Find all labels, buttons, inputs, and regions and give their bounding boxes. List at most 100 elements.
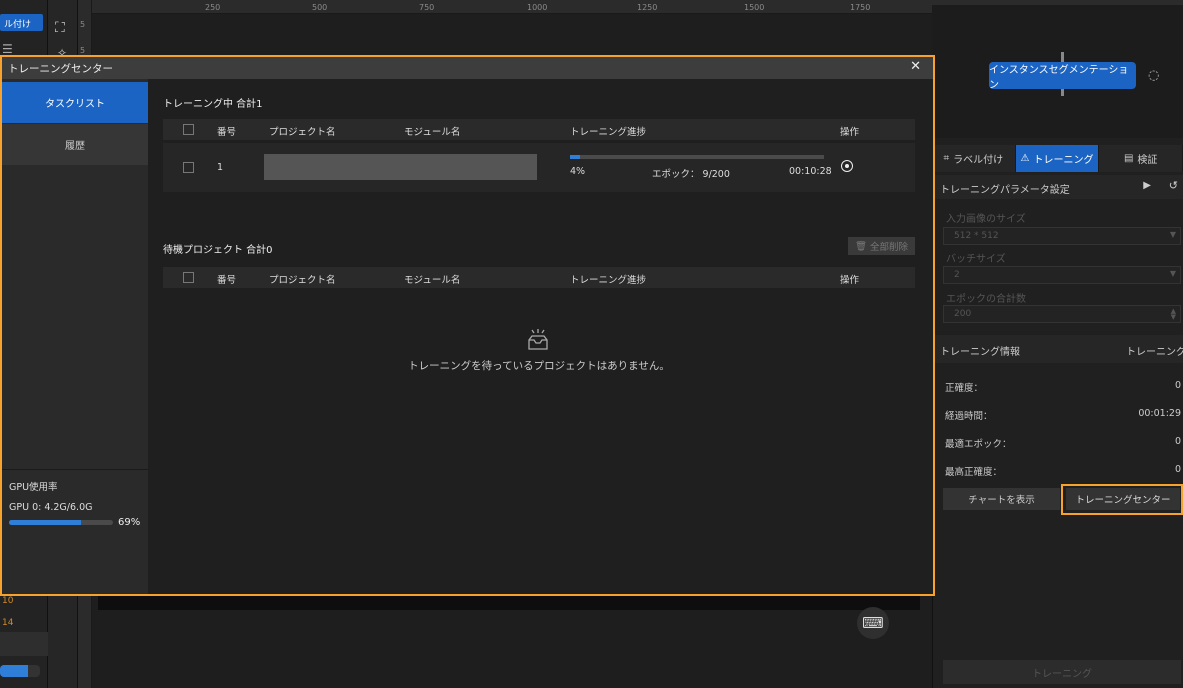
info-label: 経過時間：	[945, 411, 993, 422]
param-header-title: トレーニングパラメータ設定	[940, 185, 1070, 196]
stop-training-icon[interactable]	[841, 160, 853, 172]
close-icon[interactable]: ✕	[910, 59, 921, 74]
batch-size-select[interactable]: 2 ▼	[943, 266, 1181, 284]
right-panel-tabs: ⌗ ラベル付け ⚠ トレーニング ▤ 検証	[932, 145, 1183, 172]
param-value: 200	[954, 309, 972, 319]
loading-spinner-icon: ◌	[1148, 68, 1160, 83]
ruler-tick: 500	[312, 3, 328, 12]
column-header: プロジェクト名	[269, 127, 336, 138]
ruler-tick: 1750	[850, 3, 871, 12]
ruler-tick: 1500	[744, 3, 765, 12]
list-icon[interactable]: ☰	[2, 42, 13, 56]
info-value: 0	[1174, 464, 1181, 475]
tab-training[interactable]: ⚠ トレーニング	[1015, 145, 1100, 172]
info-label: 最高正確度：	[945, 467, 1003, 478]
param-header: トレーニングパラメータ設定 ▶ ↺	[932, 175, 1183, 199]
column-header: 番号	[217, 127, 237, 138]
training-center-button[interactable]: トレーニングセンター	[1066, 488, 1180, 510]
select-all-checkbox[interactable]	[183, 272, 194, 283]
info-header-title: トレーニング情報	[940, 347, 1020, 358]
chevron-down-icon: ▼	[1169, 230, 1176, 239]
info-row: 最高正確度： 0	[945, 464, 1181, 478]
training-progress-fill	[570, 155, 581, 159]
epoch-text: エポック： 9/200	[652, 169, 730, 180]
info-row: 正確度： 0	[945, 380, 1181, 394]
tab-label: トレーニング	[1033, 155, 1094, 166]
row-checkbox[interactable]	[183, 162, 194, 173]
ruler-tick: 250	[205, 3, 221, 12]
ruler-tick: 5	[80, 20, 86, 29]
delete-all-label: 全部削除	[870, 242, 909, 253]
waiting-table-header: 番号 プロジェクト名 モジュール名 トレーニング進捗 操作	[163, 267, 915, 288]
input-size-select[interactable]: 512 * 512 ▼	[943, 227, 1181, 245]
dialog-title: トレーニングセンター	[8, 63, 113, 75]
left-progress	[0, 665, 40, 677]
ruler-tick: 1250	[637, 3, 658, 12]
label-mode-chip[interactable]: ル付け	[0, 14, 43, 31]
gpu-usage-bar	[9, 520, 113, 525]
delete-all-button[interactable]: 🗑 全部削除	[848, 237, 915, 255]
panel-header-strip	[932, 0, 1183, 5]
doc-icon: ▤	[1123, 153, 1134, 164]
table-row: 1 4% エポック： 9/200 00:10:28	[163, 143, 915, 192]
project-name-cell	[264, 154, 537, 180]
column-header: 操作	[840, 275, 860, 286]
reset-icon[interactable]: ↺	[1169, 179, 1178, 192]
select-all-checkbox[interactable]	[183, 124, 194, 135]
crop-icon: ⌗	[943, 153, 950, 164]
dialog-title-bar: トレーニングセンター ✕	[2, 57, 933, 79]
left-number: 14	[2, 618, 14, 628]
ruler-tick: 1000	[527, 3, 548, 12]
gpu-usage-percent: 69%	[118, 517, 141, 528]
param-value: 512 * 512	[954, 231, 999, 241]
progress-percent: 4%	[570, 166, 586, 177]
empty-state-text: トレーニングを待っているプロジェクトはありません。	[408, 360, 670, 372]
gpu-usage-fill	[9, 520, 81, 525]
left-numbers: 10 14	[2, 590, 13, 634]
gpu-usage-title: GPU使用率	[9, 482, 58, 493]
train-icon: ⚠	[1020, 153, 1030, 164]
column-header: モジュール名	[404, 275, 461, 286]
sidebar-item-history[interactable]: 履歴	[2, 124, 148, 165]
gpu-memory-text: GPU 0: 4.2G/6.0G	[9, 502, 93, 513]
row-number: 1	[217, 162, 224, 173]
info-label: 最適エポック：	[945, 439, 1012, 450]
start-training-button[interactable]: トレーニング	[943, 660, 1181, 684]
divider	[2, 469, 148, 470]
column-header: モジュール名	[404, 127, 461, 138]
info-header: トレーニング情報 トレーニング中	[932, 335, 1183, 363]
param-label: バッチサイズ	[946, 254, 1006, 265]
info-value: 00:01:29	[1138, 408, 1181, 419]
module-node-button[interactable]: インスタンスセグメンテーション	[989, 62, 1136, 91]
info-label: 正確度：	[945, 383, 984, 394]
waiting-section-title: 待機プロジェクト 合計0	[163, 245, 273, 256]
param-label: 入力画像のサイズ	[946, 214, 1026, 225]
left-status-bar	[0, 632, 48, 656]
param-value: 2	[954, 270, 960, 280]
ruler-tick: 750	[419, 3, 435, 12]
column-header: トレーニング進捗	[570, 275, 647, 286]
column-header: 操作	[840, 127, 860, 138]
info-value: 0	[1174, 436, 1181, 447]
training-table-header: 番号 プロジェクト名 モジュール名 トレーニング進捗 操作	[163, 119, 915, 140]
training-section-title: トレーニング中 合計1	[163, 99, 263, 110]
training-status: トレーニング中	[1126, 347, 1183, 358]
empty-inbox-icon	[527, 328, 549, 356]
sidebar-item-task-list[interactable]: タスクリスト	[2, 82, 148, 123]
tab-labeling[interactable]: ⌗ ラベル付け	[932, 145, 1016, 172]
column-header: 番号	[217, 275, 237, 286]
play-icon[interactable]: ▶	[1143, 180, 1151, 191]
epochs-stepper[interactable]: 200 ▲ ▼	[943, 305, 1181, 323]
elapsed-time: 00:10:28	[789, 166, 832, 177]
stepper-icon[interactable]: ▲ ▼	[1171, 308, 1176, 321]
chevron-down-icon: ▼	[1169, 269, 1176, 278]
info-row: 経過時間： 00:01:29	[945, 408, 1181, 422]
polygon-tool-icon[interactable]: ⛶	[55, 20, 65, 36]
column-header: プロジェクト名	[269, 275, 336, 286]
trash-icon: 🗑	[854, 240, 868, 252]
show-chart-button[interactable]: チャートを表示	[943, 488, 1060, 510]
tab-validation[interactable]: ▤ 検証	[1099, 145, 1183, 172]
keyboard-icon[interactable]: ⌨	[857, 607, 889, 639]
info-row: 最適エポック： 0	[945, 436, 1181, 450]
ruler-tick: 5	[80, 46, 86, 55]
